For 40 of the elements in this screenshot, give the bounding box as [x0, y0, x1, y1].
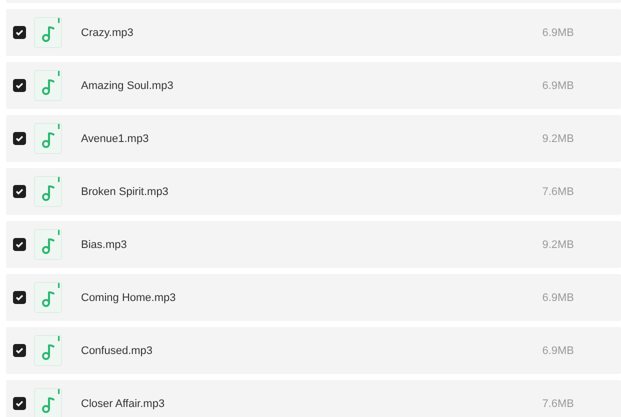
file-size: 7.6MB: [542, 398, 574, 410]
music-file-icon: [34, 282, 62, 313]
file-row[interactable]: Bias.mp3 9.2MB: [6, 221, 621, 268]
music-file-icon: [34, 176, 62, 207]
file-row[interactable]: Closer Affair.mp3 7.6MB: [6, 380, 621, 417]
file-size: 6.9MB: [542, 344, 574, 356]
file-row[interactable]: Amazing Soul.mp3 6.9MB: [6, 62, 621, 109]
file-size: 6.9MB: [542, 26, 574, 38]
file-name: Bias.mp3: [81, 238, 128, 250]
file-row[interactable]: Avenue1.mp3 9.2MB: [6, 115, 621, 162]
checkbox[interactable]: [13, 344, 26, 357]
file-name: Coming Home.mp3: [81, 292, 177, 304]
file-row[interactable]: Coming Home.mp3 6.9MB: [6, 274, 621, 321]
file-size: 6.9MB: [542, 292, 574, 304]
checkbox[interactable]: [13, 26, 26, 39]
file-size: 9.2MB: [542, 238, 574, 250]
checkbox[interactable]: [13, 79, 26, 92]
file-name: Amazing Soul.mp3: [81, 80, 174, 92]
file-name: Confused.mp3: [81, 344, 154, 356]
music-file-icon: [34, 123, 62, 154]
file-row[interactable]: Broken Spirit.mp3 7.6MB: [6, 168, 621, 215]
file-row[interactable]: Crazy.mp3 6.9MB: [6, 9, 621, 56]
file-name: Closer Affair.mp3: [81, 398, 166, 410]
music-file-icon: [34, 70, 62, 101]
checkbox[interactable]: [13, 291, 26, 304]
checkbox[interactable]: [13, 397, 26, 410]
file-name: Avenue1.mp3: [81, 132, 150, 144]
file-row[interactable]: Confused.mp3 6.9MB: [6, 327, 621, 374]
checkbox[interactable]: [13, 132, 26, 145]
file-size: 7.6MB: [542, 186, 574, 198]
checkbox[interactable]: [13, 185, 26, 198]
file-size: 9.2MB: [542, 132, 574, 144]
file-name: Crazy.mp3: [81, 26, 134, 38]
checkbox[interactable]: [13, 238, 26, 251]
music-file-icon: [34, 229, 62, 260]
music-file-icon: [34, 17, 62, 48]
file-size: 6.9MB: [542, 80, 574, 92]
music-file-icon: [34, 335, 62, 366]
music-file-icon: [34, 388, 62, 417]
file-name: Broken Spirit.mp3: [81, 186, 170, 198]
